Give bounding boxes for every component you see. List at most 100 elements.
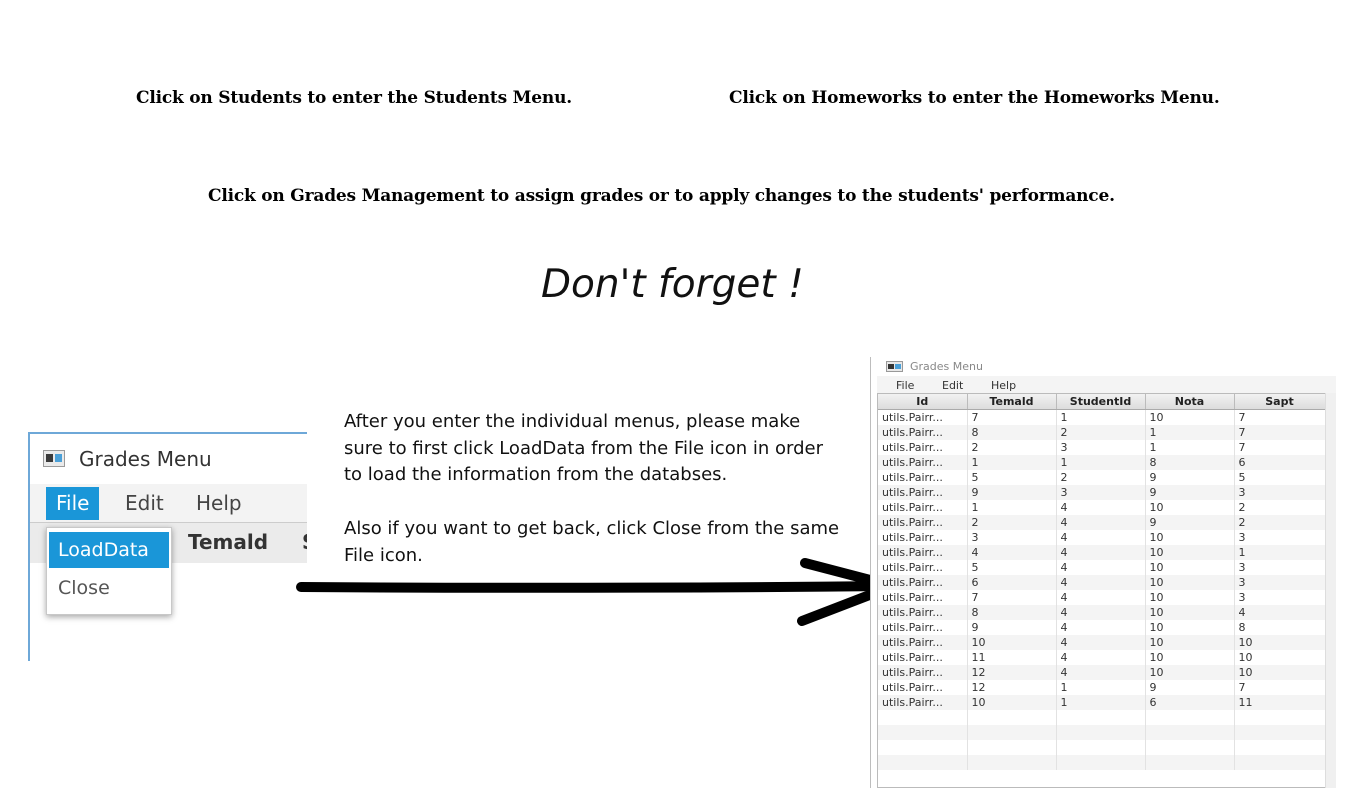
cell-studentid: 2	[1056, 470, 1146, 485]
table-row[interactable]: utils.Pairr... 12 1 9 7	[878, 680, 1326, 695]
table-row[interactable]: utils.Pairr... 1 4 10 2	[878, 500, 1326, 515]
cell-nota: 9	[1145, 680, 1235, 695]
empty-table-row	[878, 725, 1326, 740]
table-row[interactable]: utils.Pairr... 3 4 10 3	[878, 530, 1326, 545]
table-row[interactable]: utils.Pairr... 9 3 9 3	[878, 485, 1326, 500]
cell-studentid: 4	[1056, 515, 1146, 530]
table-row[interactable]: utils.Pairr... 7 4 10 3	[878, 590, 1326, 605]
cell-id: utils.Pairr...	[878, 409, 968, 425]
cell-studentid: 1	[1056, 680, 1146, 695]
cell-nota: 10	[1145, 605, 1235, 620]
cell-studentid: 3	[1056, 485, 1146, 500]
empty-cell	[1056, 725, 1146, 740]
table-row[interactable]: utils.Pairr... 5 4 10 3	[878, 560, 1326, 575]
cell-nota: 10	[1145, 650, 1235, 665]
zoom-menu-help[interactable]: Help	[186, 487, 252, 520]
zoomed-menu-screenshot: Grades Menu File Edit Help Temald S Load…	[28, 432, 307, 661]
cell-studentid: 4	[1056, 530, 1146, 545]
cell-nota: 9	[1145, 470, 1235, 485]
empty-cell	[878, 740, 968, 755]
empty-table-row	[878, 740, 1326, 755]
cell-nota: 8	[1145, 455, 1235, 470]
cell-temald: 1	[967, 455, 1057, 470]
zoom-menu-edit[interactable]: Edit	[115, 487, 174, 520]
cell-id: utils.Pairr...	[878, 695, 968, 710]
cell-nota: 10	[1145, 560, 1235, 575]
cell-sapt: 8	[1234, 620, 1326, 635]
cell-id: utils.Pairr...	[878, 440, 968, 455]
column-header-sapt[interactable]: Sapt	[1234, 394, 1326, 410]
zoom-title-bar: Grades Menu	[30, 434, 307, 484]
cell-sapt: 7	[1234, 440, 1326, 455]
reminder-heading: Don't forget !	[541, 262, 804, 307]
cell-studentid: 3	[1056, 440, 1146, 455]
table-row[interactable]: utils.Pairr... 2 4 9 2	[878, 515, 1326, 530]
cell-temald: 9	[967, 485, 1057, 500]
table-row[interactable]: utils.Pairr... 8 4 10 4	[878, 605, 1326, 620]
empty-cell	[967, 755, 1057, 770]
cell-sapt: 3	[1234, 575, 1326, 590]
column-header-temald[interactable]: Temald	[967, 394, 1057, 410]
cell-studentid: 4	[1056, 500, 1146, 515]
table-row[interactable]: utils.Pairr... 10 4 10 10	[878, 635, 1326, 650]
table-row[interactable]: utils.Pairr... 8 2 1 7	[878, 425, 1326, 440]
cell-studentid: 1	[1056, 409, 1146, 425]
menu-help[interactable]: Help	[991, 379, 1016, 392]
column-header-studentid[interactable]: StudentId	[1056, 394, 1146, 410]
cell-id: utils.Pairr...	[878, 560, 968, 575]
cell-studentid: 4	[1056, 635, 1146, 650]
table-row[interactable]: utils.Pairr... 7 1 10 7	[878, 409, 1326, 425]
cell-temald: 12	[967, 680, 1057, 695]
table-row[interactable]: utils.Pairr... 11 4 10 10	[878, 650, 1326, 665]
column-header-id[interactable]: Id	[878, 394, 968, 410]
empty-cell	[1145, 740, 1235, 755]
zoom-column-temald[interactable]: Temald	[188, 530, 268, 554]
table-row[interactable]: utils.Pairr... 5 2 9 5	[878, 470, 1326, 485]
menu-file[interactable]: File	[896, 379, 914, 392]
cell-id: utils.Pairr...	[878, 470, 968, 485]
column-header-nota[interactable]: Nota	[1145, 394, 1235, 410]
table-row[interactable]: utils.Pairr... 10 1 6 11	[878, 695, 1326, 710]
cell-nota: 10	[1145, 575, 1235, 590]
empty-cell	[1056, 755, 1146, 770]
cell-nota: 1	[1145, 425, 1235, 440]
table-row[interactable]: utils.Pairr... 1 1 8 6	[878, 455, 1326, 470]
zoom-column-cut[interactable]: S	[302, 530, 307, 554]
menu-item-close[interactable]: Close	[49, 570, 169, 606]
cell-id: utils.Pairr...	[878, 500, 968, 515]
empty-cell	[967, 725, 1057, 740]
table-row[interactable]: utils.Pairr... 9 4 10 8	[878, 620, 1326, 635]
empty-cell	[1145, 710, 1235, 725]
cell-temald: 5	[967, 560, 1057, 575]
table-row[interactable]: utils.Pairr... 6 4 10 3	[878, 575, 1326, 590]
empty-cell	[967, 740, 1057, 755]
zoom-window-title: Grades Menu	[79, 447, 212, 471]
cell-temald: 8	[967, 425, 1057, 440]
cell-studentid: 2	[1056, 425, 1146, 440]
cell-sapt: 10	[1234, 635, 1326, 650]
cell-id: utils.Pairr...	[878, 425, 968, 440]
cell-sapt: 2	[1234, 515, 1326, 530]
empty-cell	[1234, 755, 1326, 770]
cell-studentid: 1	[1056, 455, 1146, 470]
cell-studentid: 4	[1056, 545, 1146, 560]
menu-item-loaddata[interactable]: LoadData	[49, 532, 169, 568]
cell-studentid: 4	[1056, 575, 1146, 590]
zoom-menu-file[interactable]: File	[46, 487, 100, 520]
empty-cell	[878, 755, 968, 770]
cell-temald: 6	[967, 575, 1057, 590]
cell-temald: 7	[967, 590, 1057, 605]
empty-cell	[967, 710, 1057, 725]
cell-sapt: 3	[1234, 485, 1326, 500]
cell-sapt: 3	[1234, 560, 1326, 575]
cell-nota: 9	[1145, 485, 1235, 500]
cell-studentid: 4	[1056, 590, 1146, 605]
table-vertical-scrollbar[interactable]	[1325, 393, 1336, 788]
table-row[interactable]: utils.Pairr... 2 3 1 7	[878, 440, 1326, 455]
app-window-icon	[886, 361, 903, 372]
table-row[interactable]: utils.Pairr... 12 4 10 10	[878, 665, 1326, 680]
cell-temald: 8	[967, 605, 1057, 620]
cell-sapt: 1	[1234, 545, 1326, 560]
table-row[interactable]: utils.Pairr... 4 4 10 1	[878, 545, 1326, 560]
menu-edit[interactable]: Edit	[942, 379, 963, 392]
